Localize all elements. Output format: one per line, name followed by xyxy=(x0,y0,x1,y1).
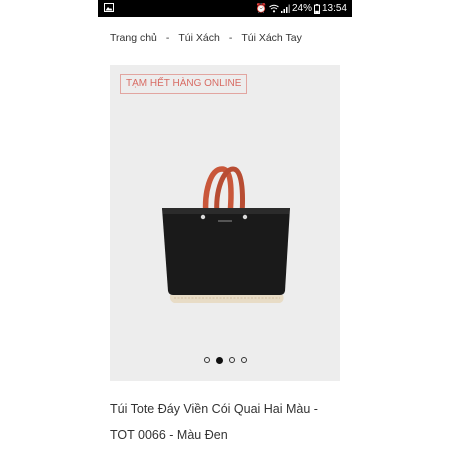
product-title-line-2: TOT 0066 - Màu Đen xyxy=(110,428,228,442)
clock-time: 13:54 xyxy=(321,3,347,14)
status-bar: ⏰ 24% 13:54 xyxy=(98,0,352,17)
alarm-icon: ⏰ xyxy=(255,3,267,13)
wifi-icon xyxy=(269,4,279,13)
image-pagination xyxy=(110,356,340,367)
breadcrumb-bags[interactable]: Túi Xách xyxy=(178,32,219,44)
product-image-gallery[interactable]: TẠM HẾT HÀNG ONLINE xyxy=(110,65,340,381)
pagination-dot[interactable] xyxy=(228,357,235,363)
image-icon xyxy=(104,3,114,12)
signal-icon xyxy=(280,4,290,13)
breadcrumb-home[interactable]: Trang chủ xyxy=(110,32,157,44)
product-title: Túi Tote Đáy Viền Cói Quai Hai Màu - TOT… xyxy=(110,396,342,448)
out-of-stock-badge: TẠM HẾT HÀNG ONLINE xyxy=(120,74,248,94)
pagination-dot-active[interactable] xyxy=(215,356,223,364)
battery-icon xyxy=(313,3,320,14)
breadcrumb: Trang chủ - Túi Xách - Túi Xách Tay xyxy=(110,30,302,46)
phone-screen: ⏰ 24% 13:54 Trang chủ - Túi Xách - Túi X… xyxy=(98,0,352,450)
product-image xyxy=(162,166,290,303)
battery-percent: 24% xyxy=(291,3,312,14)
status-right-group: ⏰ 24% 13:54 xyxy=(256,2,347,15)
breadcrumb-separator: - xyxy=(228,32,233,44)
pagination-dot[interactable] xyxy=(203,357,210,363)
product-title-line-1: Túi Tote Đáy Viền Cói Quai Hai Màu - xyxy=(110,402,318,416)
breadcrumb-handbags[interactable]: Túi Xách Tay xyxy=(241,32,302,44)
pagination-dot[interactable] xyxy=(240,357,247,363)
breadcrumb-separator: - xyxy=(165,32,170,44)
